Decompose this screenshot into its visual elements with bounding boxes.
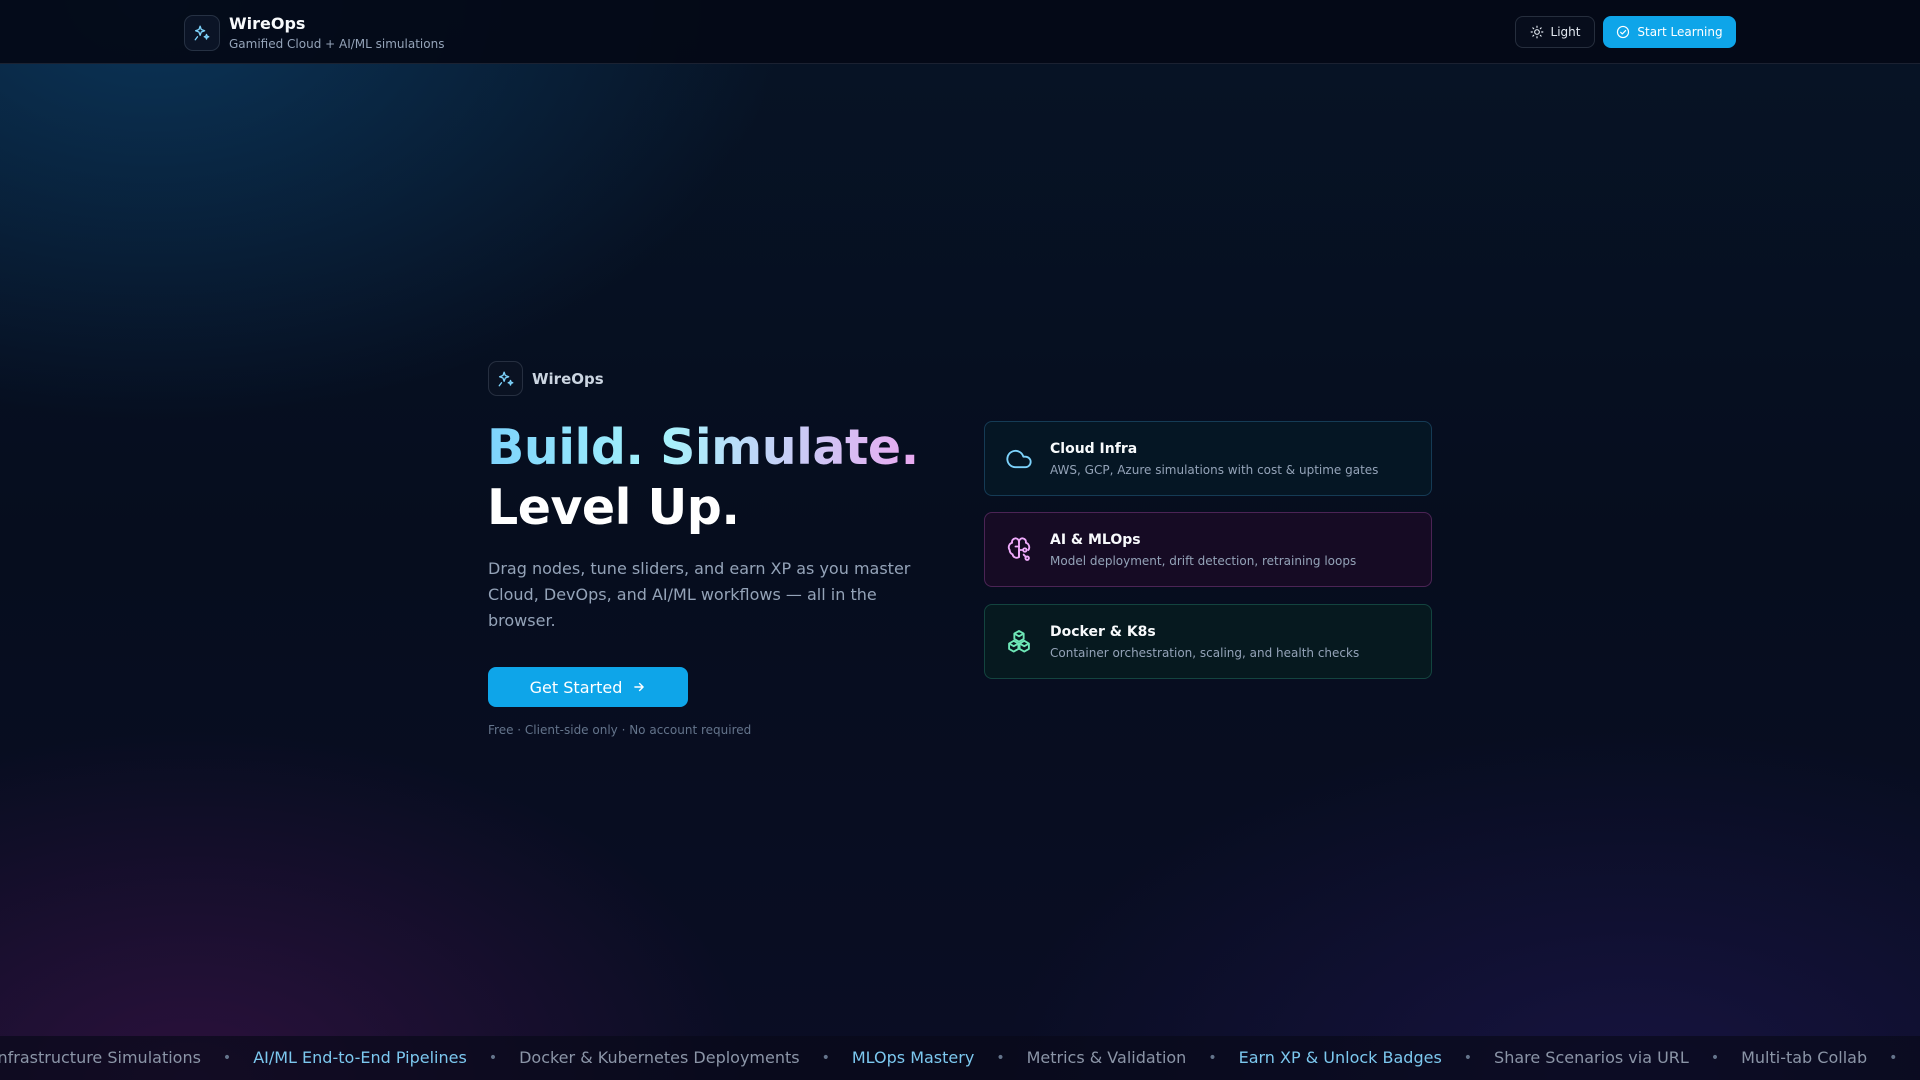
hero-headline: Build. Simulate. Level Up. [487,418,919,538]
feature-description: AWS, GCP, Azure simulations with cost & … [1050,462,1379,477]
headline-gradient-text: Build. Simulate. [487,419,919,476]
marquee-separator: • [222,1050,232,1066]
marquee-item: Share Scenarios via URL [1494,1048,1689,1067]
marquee-item: Metrics & Validation [1026,1048,1187,1067]
feature-card-cloud-infra[interactable]: Cloud Infra AWS, GCP, Azure simulations … [984,421,1432,496]
arrow-right-icon [634,682,645,692]
top-nav: WireOps Gamified Cloud + AI/ML simulatio… [0,0,1920,64]
theme-toggle-label: Light [1550,25,1581,39]
marquee-separator: • [1463,1050,1473,1066]
hero-brand: WireOps [488,361,604,396]
sparkles-icon [488,361,523,396]
page-background [0,0,1920,1080]
sun-icon [1530,25,1543,39]
marquee-separator: • [821,1050,830,1066]
hero-brand-name: WireOps [532,369,604,388]
marquee-item: MLOps Mastery [851,1048,975,1067]
sparkles-logo-icon [184,15,220,51]
hero-fineprint: Free · Client-side only · No account req… [488,723,752,737]
start-learning-button[interactable]: Start Learning [1603,16,1736,48]
brand[interactable]: WireOps Gamified Cloud + AI/ML simulatio… [184,14,444,52]
app-title: WireOps [229,14,306,33]
feature-description: Model deployment, drift detection, retra… [1050,553,1357,568]
get-started-label: Get Started [529,677,623,697]
marquee-track: Cloud Infrastructure Simulations • AI/ML… [0,1048,1919,1068]
cloud-icon [1005,445,1033,473]
marquee-item: AI/ML End-to-End Pipelines [253,1048,467,1067]
boxes-icon [1005,628,1033,656]
feature-marquee: Cloud Infrastructure Simulations • AI/ML… [0,1036,1920,1080]
headline-plain-text: Level Up. [487,479,740,536]
hero-description: Drag nodes, tune sliders, and earn XP as… [488,559,911,630]
feature-card-docker-k8s[interactable]: Docker & K8s Container orchestration, sc… [984,604,1432,679]
marquee-separator: • [996,1050,1005,1066]
feature-title: Cloud Infra [1050,440,1138,457]
app-subtitle: Gamified Cloud + AI/ML simulations [229,37,445,51]
marquee-item: Docker & Kubernetes Deployments [519,1048,800,1067]
check-circle-icon [1617,25,1630,39]
start-learning-label: Start Learning [1637,25,1723,39]
brain-icon [1005,536,1033,564]
theme-toggle-button[interactable]: Light [1515,16,1595,48]
marquee-item: Earn XP & Unlock Badges [1238,1048,1442,1067]
marquee-item: Multi-tab Collab [1741,1048,1868,1067]
feature-card-ai-mlops[interactable]: AI & MLOps Model deployment, drift detec… [984,512,1432,587]
feature-title: Docker & K8s [1050,623,1156,640]
get-started-button[interactable]: Get Started [488,667,688,707]
marquee-item: Cloud Infrastructure Simulations [0,1048,201,1067]
marquee-separator: • [1889,1050,1898,1066]
marquee-separator: • [488,1050,498,1066]
feature-description: Container orchestration, scaling, and he… [1050,645,1360,660]
marquee-separator: • [1208,1050,1217,1066]
marquee-separator: • [1710,1050,1720,1066]
feature-title: AI & MLOps [1050,531,1141,548]
